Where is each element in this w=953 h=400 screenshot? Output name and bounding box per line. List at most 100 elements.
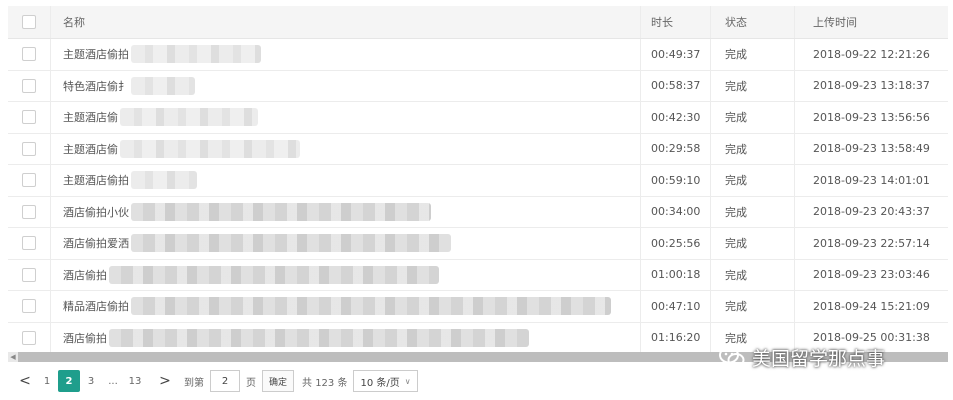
name-cell[interactable]: 特色酒店偷扌 (50, 70, 640, 101)
row-checkbox[interactable] (22, 204, 36, 219)
name-cell[interactable]: 主题酒店偷 (50, 133, 640, 164)
table-row[interactable]: 酒店偷拍爱洒 00:25:56 完成 2018-09-23 22:57:14 (8, 228, 948, 260)
name-cell[interactable]: 酒店偷拍 (50, 322, 640, 353)
column-header-name[interactable]: 名称 (50, 6, 640, 38)
duration-cell: 00:25:56 (640, 228, 710, 259)
row-checkbox[interactable] (22, 267, 36, 282)
duration-cell: 00:59:10 (640, 165, 710, 196)
duration-cell: 00:49:37 (640, 39, 710, 70)
page-ellipsis[interactable]: ... (102, 370, 124, 392)
row-checkbox[interactable] (22, 330, 36, 345)
name-cell[interactable]: 酒店偷拍小伙 (50, 196, 640, 227)
name-cell[interactable]: 精品酒店偷拍 (50, 291, 640, 322)
duration-cell: 00:47:10 (640, 291, 710, 322)
watermark-text: 美国留学那点事 (752, 347, 886, 370)
table-row[interactable]: 酒店偷拍小伙 00:34:00 完成 2018-09-23 20:43:37 (8, 196, 948, 228)
scroll-left-icon[interactable]: ◀ (8, 352, 18, 362)
duration-cell: 00:29:58 (640, 133, 710, 164)
upload-time-cell: 2018-09-22 12:21:26 (794, 39, 948, 70)
status-cell: 完成 (710, 102, 794, 133)
status-cell: 完成 (710, 196, 794, 227)
name-cell[interactable]: 主题酒店偷拍 (50, 39, 640, 70)
video-name: 主题酒店偷拍 (63, 48, 129, 62)
video-table: 名称 时长 状态 上传时间 主题酒店偷拍 00:49:37 完成 2018-09-22… (8, 6, 948, 354)
upload-time-cell: 2018-09-23 13:58:49 (794, 133, 948, 164)
row-checkbox[interactable] (22, 47, 36, 62)
duration-cell: 00:42:30 (640, 102, 710, 133)
upload-time-cell: 2018-09-23 13:56:56 (794, 102, 948, 133)
select-all-checkbox[interactable] (22, 15, 36, 29)
video-name: 特色酒店偷扌 (63, 79, 129, 93)
duration-cell: 01:16:20 (640, 322, 710, 353)
table-row[interactable]: 酒店偷拍 01:00:18 完成 2018-09-23 23:03:46 (8, 259, 948, 291)
name-cell[interactable]: 酒店偷拍 (50, 259, 640, 290)
redacted-mosaic (131, 234, 451, 253)
page-size-select[interactable]: 10 条/页 ∨ (353, 370, 418, 392)
page-unit-label: 页 (246, 377, 256, 389)
upload-time-cell: 2018-09-23 22:57:14 (794, 228, 948, 259)
video-name: 主题酒店偷 (63, 142, 118, 156)
name-cell[interactable]: 酒店偷拍爱洒 (50, 228, 640, 259)
row-checkbox[interactable] (22, 236, 36, 251)
wechat-icon (719, 346, 745, 367)
pagination: < 1 2 3 ... 13 > 到第 页 确定 共 123 条 10 条/页 … (14, 368, 418, 394)
next-page-icon[interactable]: > (154, 373, 176, 389)
video-name: 酒店偷拍小伙 (63, 205, 129, 219)
upload-time-cell: 2018-09-23 14:01:01 (794, 165, 948, 196)
confirm-button[interactable]: 确定 (262, 370, 295, 392)
row-checkbox[interactable] (22, 173, 36, 188)
page-3-button[interactable]: 3 (80, 370, 102, 392)
video-name: 主题酒店偷拍 (63, 174, 129, 188)
total-count: 共 123 条 (302, 377, 348, 389)
column-header-duration[interactable]: 时长 (640, 6, 710, 38)
redacted-mosaic (131, 171, 197, 190)
duration-cell: 00:58:37 (640, 70, 710, 101)
upload-time-cell: 2018-09-23 23:03:46 (794, 259, 948, 290)
page-size-value: 10 条/页 (360, 377, 400, 389)
page-1-button[interactable]: 1 (36, 370, 58, 392)
status-cell: 完成 (710, 39, 794, 70)
table-header-row: 名称 时长 状态 上传时间 (8, 6, 948, 39)
upload-time-cell: 2018-09-23 13:18:37 (794, 70, 948, 101)
video-name: 主题酒店偷 (63, 111, 118, 125)
column-header-status[interactable]: 状态 (710, 6, 794, 38)
table-row[interactable]: 主题酒店偷 00:29:58 完成 2018-09-23 13:58:49 (8, 133, 948, 165)
row-checkbox[interactable] (22, 141, 36, 156)
table-row[interactable]: 特色酒店偷扌 00:58:37 完成 2018-09-23 13:18:37 (8, 70, 948, 102)
redacted-mosaic (131, 76, 195, 95)
table-row[interactable]: 主题酒店偷拍 00:59:10 完成 2018-09-23 14:01:01 (8, 165, 948, 197)
status-cell: 完成 (710, 291, 794, 322)
upload-time-cell: 2018-09-23 20:43:37 (794, 196, 948, 227)
name-cell[interactable]: 主题酒店偷 (50, 102, 640, 133)
redacted-mosaic (120, 139, 300, 158)
status-cell: 完成 (710, 133, 794, 164)
row-checkbox[interactable] (22, 110, 36, 125)
redacted-mosaic (120, 108, 258, 127)
status-cell: 完成 (710, 70, 794, 101)
goto-label: 到第 (184, 377, 204, 389)
name-cell[interactable]: 主题酒店偷拍 (50, 165, 640, 196)
watermark: 美国留学那点事 (718, 342, 885, 372)
redacted-mosaic (109, 328, 529, 347)
table-row[interactable]: 主题酒店偷拍 00:49:37 完成 2018-09-22 12:21:26 (8, 39, 948, 71)
video-name: 酒店偷拍 (63, 268, 107, 282)
redacted-mosaic (131, 45, 261, 64)
row-checkbox[interactable] (22, 78, 36, 93)
upload-time-cell: 2018-09-24 15:21:09 (794, 291, 948, 322)
table-row[interactable]: 主题酒店偷 00:42:30 完成 2018-09-23 13:56:56 (8, 102, 948, 134)
duration-cell: 01:00:18 (640, 259, 710, 290)
column-header-upload-time[interactable]: 上传时间 (794, 6, 948, 38)
row-checkbox[interactable] (22, 299, 36, 314)
goto-page-input[interactable] (210, 370, 240, 392)
chevron-down-icon: ∨ (404, 376, 411, 386)
video-name: 酒店偷拍 (63, 331, 107, 345)
table-row[interactable]: 精品酒店偷拍 00:47:10 完成 2018-09-24 15:21:09 (8, 291, 948, 323)
page-13-button[interactable]: 13 (124, 370, 146, 392)
redacted-mosaic (109, 265, 439, 284)
page-2-button[interactable]: 2 (58, 370, 80, 392)
status-cell: 完成 (710, 165, 794, 196)
video-name: 酒店偷拍爱洒 (63, 237, 129, 251)
redacted-mosaic (131, 202, 431, 221)
prev-page-icon[interactable]: < (14, 373, 36, 389)
redacted-mosaic (131, 297, 611, 316)
